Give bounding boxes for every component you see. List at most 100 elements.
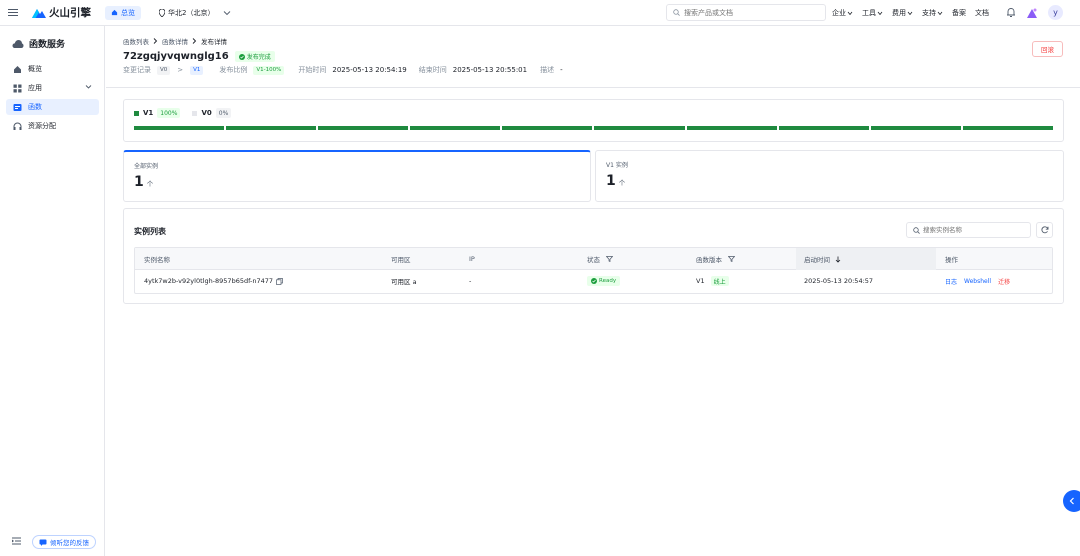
chevron-down-icon: [85, 85, 92, 89]
instance-list-title: 实例列表: [134, 227, 166, 236]
nav-docs[interactable]: 文档: [975, 8, 989, 18]
release-meta: 变更记录 V0 > V1 发布比例 V1-100% 开始时间 2025-05-1…: [123, 65, 563, 75]
home-overview-button[interactable]: 总览: [105, 5, 141, 20]
instance-name-cell: 4ytk7w2b-v92yl0tlgh-8957b65df-n7477: [144, 270, 283, 292]
logs-link[interactable]: 日志: [945, 277, 957, 286]
progress-segment: [226, 126, 317, 130]
v1-instances-label: V1 实例: [606, 162, 628, 169]
global-search[interactable]: [666, 4, 826, 21]
from-version-chip: V0: [157, 65, 171, 75]
instance-search[interactable]: [906, 222, 1031, 238]
top-navigation-bar: 火山引擎 总览 华北2（北京） 企业 工具 费用 支持 备案 文档 y: [0, 0, 1080, 26]
sidebar-item-apps[interactable]: 应用: [6, 80, 99, 96]
v1-instances-value: 1: [606, 173, 616, 189]
col-instance-name: 实例名称: [144, 256, 170, 264]
all-instances-value: 1: [134, 174, 144, 190]
col-version[interactable]: 函数版本: [696, 248, 735, 270]
breadcrumb-function-detail[interactable]: 函数详情: [162, 36, 188, 46]
nav-enterprise-label: 企业: [832, 9, 846, 17]
col-ip: IP: [469, 255, 475, 263]
legend-v1-name: V1: [143, 109, 154, 117]
instance-list-panel: 实例列表 实例名称 可用区 IP 状态 函数版本: [123, 208, 1064, 304]
feedback-button[interactable]: 倾听您的反馈: [32, 535, 96, 549]
v1-instances-card[interactable]: V1 实例 1个: [595, 150, 1064, 202]
refresh-button[interactable]: [1036, 222, 1053, 238]
menu-icon[interactable]: [0, 8, 26, 17]
floating-expand-button[interactable]: [1063, 490, 1080, 512]
instance-search-input[interactable]: [923, 226, 1023, 234]
webshell-link[interactable]: Webshell: [964, 278, 991, 285]
breadcrumb-function-list[interactable]: 函数列表: [123, 36, 149, 46]
nav-support[interactable]: 支持: [922, 8, 943, 18]
all-instances-card[interactable]: 全部实例 1个: [123, 150, 591, 202]
page-title-row: 72zgqjyvqwnglg16 发布完成: [123, 51, 275, 62]
bell-icon[interactable]: [1006, 7, 1016, 18]
sidebar-item-label: 应用: [28, 84, 42, 92]
sidebar-item-overview[interactable]: 概览: [6, 61, 99, 77]
check-circle-icon: [238, 53, 245, 60]
brand-logo[interactable]: 火山引擎: [32, 5, 91, 20]
instance-table: 实例名称 可用区 IP 状态 函数版本 启动时间 操作 4ytk7w2b-v92…: [134, 247, 1053, 294]
instance-name: 4ytk7w2b-v92yl0tlgh-8957b65df-n7477: [144, 277, 274, 285]
nav-tools[interactable]: 工具: [862, 8, 883, 18]
chevron-down-icon: [847, 11, 853, 15]
chat-icon: [39, 539, 47, 546]
nav-filing[interactable]: 备案: [952, 8, 966, 18]
chevron-down-icon: [937, 11, 943, 15]
status-cell: Ready: [587, 270, 621, 292]
migrate-link[interactable]: 迁移: [998, 277, 1010, 286]
nav-support-label: 支持: [922, 9, 936, 17]
feedback-label: 倾听您的反馈: [50, 539, 89, 547]
ai-assistant-icon[interactable]: [1026, 7, 1038, 19]
to-version-chip: V1: [190, 65, 204, 75]
sidebar-item-functions[interactable]: 函数: [6, 99, 99, 115]
col-start-time[interactable]: 启动时间: [804, 248, 841, 270]
header-divider: [106, 87, 1080, 88]
version-value: V1: [696, 277, 705, 285]
col-zone: 可用区: [391, 256, 411, 264]
grid-icon: [13, 84, 22, 92]
collapse-sidebar-icon[interactable]: [12, 537, 21, 545]
description-label: 描述: [540, 66, 555, 74]
progress-segment: [502, 126, 593, 130]
sidebar-item-label: 函数: [28, 103, 42, 111]
filter-icon[interactable]: [606, 256, 613, 262]
chevron-left-icon: [1069, 497, 1074, 505]
rollback-button[interactable]: 回滚: [1032, 41, 1063, 57]
home-icon: [14, 65, 21, 73]
version-arrow: >: [177, 66, 184, 74]
col-start-time-label: 启动时间: [804, 256, 830, 264]
refresh-icon: [1040, 226, 1048, 234]
sort-desc-icon[interactable]: [835, 256, 841, 263]
region-selector[interactable]: 华北2（北京）: [159, 8, 231, 18]
nav-billing[interactable]: 费用: [892, 8, 913, 18]
start-time-cell: 2025-05-13 20:54:57: [804, 277, 874, 285]
nav-enterprise[interactable]: 企业: [832, 8, 853, 18]
progress-segment: [686, 126, 777, 130]
legend-v0-percent: 0%: [215, 108, 232, 118]
page-title: 72zgqjyvqwnglg16: [123, 51, 229, 62]
chevron-down-icon: [877, 11, 883, 15]
search-icon: [673, 9, 680, 16]
location-pin-icon: [159, 8, 165, 17]
sidebar-item-resources[interactable]: 资源分配: [6, 118, 99, 134]
col-status[interactable]: 状态: [587, 248, 613, 270]
global-search-input[interactable]: [684, 8, 814, 17]
sidebar: 函数服务 概览 应用 函数 资源分配 倾听您的反馈: [0, 26, 105, 556]
progress-segment: [870, 126, 961, 130]
copy-icon[interactable]: [276, 277, 283, 285]
legend-swatch-v1: [134, 110, 139, 116]
function-icon: [13, 103, 22, 111]
breadcrumb: 函数列表 函数详情 发布详情: [123, 36, 227, 46]
progress-segment: [594, 126, 685, 130]
ratio-chip: V1-100%: [253, 65, 285, 75]
sidebar-item-label: 资源分配: [28, 122, 56, 130]
online-badge: 线上: [710, 276, 729, 286]
status-badge: 发布完成: [234, 51, 275, 62]
progress-segment: [134, 126, 225, 130]
chevron-down-icon: [907, 11, 913, 15]
filter-icon[interactable]: [728, 256, 735, 262]
end-time-value: 2025-05-13 20:55:01: [452, 66, 528, 74]
user-avatar[interactable]: y: [1048, 5, 1063, 20]
chevron-right-icon: [153, 38, 158, 44]
